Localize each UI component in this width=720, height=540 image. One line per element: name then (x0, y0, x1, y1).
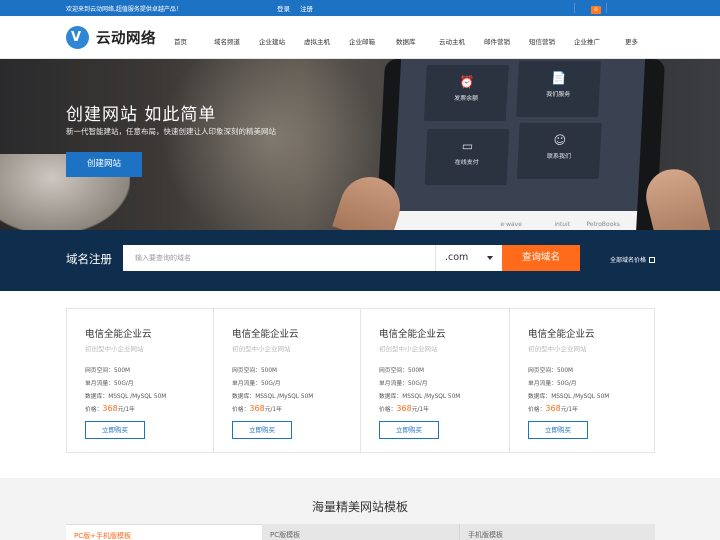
tab-mobile[interactable]: 手机版模板 (459, 524, 655, 540)
product-price: 价格：368元/1年 (232, 404, 282, 413)
person-icon: ☺ (553, 133, 567, 147)
product-subtitle: 初创型中小企业网站 (528, 345, 587, 353)
product-card: 电信全能企业云 初创型中小企业网站 网页空间：500M 单月流量：50G/月 数… (214, 309, 361, 452)
product-price: 价格：368元/1年 (528, 404, 578, 413)
document-icon: 📄 (551, 71, 567, 85)
product-traffic: 单月流量：50G/月 (232, 381, 281, 387)
buy-now-button[interactable]: 立即购买 (232, 421, 292, 439)
product-card: 电信全能企业云 初创型中小企业网站 网页空间：500M 单月流量：50G/月 数… (510, 309, 655, 452)
partner-strip: e·wave intuit PetroBooks (391, 211, 638, 230)
tile: ☺ 联系我们 (516, 123, 602, 179)
welcome-text: 欢迎来到云动网络,超值服务提供卓越产品！ (66, 6, 182, 13)
chevron-down-icon (487, 256, 493, 260)
alarm-icon: ⏰ (459, 75, 475, 89)
domain-search-input[interactable]: 输入要查询的域名 (123, 245, 435, 271)
product-subtitle: 初创型中小企业网站 (232, 345, 291, 353)
login-link[interactable]: 登录 (277, 3, 290, 13)
product-subtitle: 初创型中小企业网站 (379, 345, 438, 353)
nav-item-sms-marketing[interactable]: 短信营销 (529, 36, 555, 46)
product-traffic: 单月流量：50G/月 (379, 381, 428, 387)
product-card: 电信全能企业云 初创型中小企业网站 网页空间：500M 单月流量：50G/月 数… (361, 309, 510, 452)
buy-now-button[interactable]: 立即购买 (528, 421, 588, 439)
cart-count-badge[interactable]: 0 (591, 6, 601, 14)
product-subtitle: 初创型中小企业网站 (85, 345, 144, 353)
external-link-icon (649, 257, 656, 263)
templates-section: 海量精美网站模板 PC版+手机版模板 PC版模板 手机版模板 (0, 478, 720, 540)
tile: ▭ 在线支付 (424, 129, 510, 185)
buy-now-button[interactable]: 立即购买 (379, 421, 439, 439)
account-links: 登录 注册 (277, 3, 313, 13)
product-title: 电信全能企业云 (232, 329, 299, 340)
buy-now-button[interactable]: 立即购买 (85, 421, 145, 439)
product-title: 电信全能企业云 (85, 329, 152, 340)
hero-title: 创建网站 如此简单 (66, 105, 217, 125)
header: V 云动网络 首页 域名频道 企业建站 虚拟主机 企业邮箱 数据库 云动主机 邮… (0, 16, 720, 59)
product-database: 数据库：MSSQL /MySQL 50M (85, 394, 167, 400)
product-space: 网页空间：500M (379, 368, 425, 374)
template-tabs: PC版+手机版模板 PC版模板 手机版模板 (66, 524, 655, 540)
product-space: 网页空间：500M (528, 368, 574, 374)
product-cards: 电信全能企业云 初创型中小企业网站 网页空间：500M 单月流量：50G/月 数… (66, 308, 655, 453)
domain-suffix-select[interactable]: .com (435, 245, 502, 271)
product-card: 电信全能企业云 初创型中小企业网站 网页空间：500M 单月流量：50G/月 数… (67, 309, 214, 452)
create-site-button[interactable]: 创建网站 (66, 152, 142, 177)
nav-item-email-marketing[interactable]: 邮件营销 (484, 36, 510, 46)
nav-item-promotion[interactable]: 企业推广 (574, 36, 600, 46)
divider (574, 3, 575, 13)
divider (606, 3, 607, 13)
top-bar: 欢迎来到云动网络,超值服务提供卓越产品！ 登录 注册 0 (0, 0, 720, 16)
nav-item-site-building[interactable]: 企业建站 (259, 36, 285, 46)
nav-item-email[interactable]: 企业邮箱 (349, 36, 375, 46)
product-database: 数据库：MSSQL /MySQL 50M (379, 394, 461, 400)
tablet-image: ⏰ 发票余额 📄 我们服务 ▭ 在线支付 ☺ 联系我们 e·wave intui… (374, 59, 666, 230)
logo[interactable]: V 云动网络 (66, 26, 156, 49)
templates-title: 海量精美网站模板 (311, 500, 408, 514)
product-database: 数据库：MSSQL /MySQL 50M (528, 394, 610, 400)
product-traffic: 单月流量：50G/月 (528, 381, 577, 387)
nav-item-more[interactable]: 更多 (625, 36, 638, 46)
product-traffic: 单月流量：50G/月 (85, 381, 134, 387)
hero-banner: ⏰ 发票余额 📄 我们服务 ▭ 在线支付 ☺ 联系我们 e·wave intui… (0, 59, 720, 230)
domain-search-button[interactable]: 查询域名 (502, 245, 580, 271)
domain-search-bar: 域名注册 输入要查询的域名 .com 查询域名 全部域名价格 (0, 230, 720, 291)
tab-pc-mobile[interactable]: PC版+手机版模板 (66, 524, 262, 540)
logo-text: 云动网络 (96, 31, 156, 47)
product-price: 价格：368元/1年 (85, 404, 135, 413)
product-database: 数据库：MSSQL /MySQL 50M (232, 394, 314, 400)
domain-label: 域名注册 (66, 252, 112, 266)
product-space: 网页空间：500M (85, 368, 131, 374)
nav-item-cloud-host[interactable]: 云动主机 (439, 36, 465, 46)
product-title: 电信全能企业云 (528, 329, 595, 340)
product-space: 网页空间：500M (232, 368, 278, 374)
all-domain-prices-link[interactable]: 全部域名价格 (610, 255, 656, 264)
nav-item-database[interactable]: 数据库 (396, 36, 416, 46)
products-section: 电信全能企业云 初创型中小企业网站 网页空间：500M 单月流量：50G/月 数… (0, 291, 720, 478)
nav-item-domain[interactable]: 域名频道 (214, 36, 240, 46)
logo-icon: V (66, 26, 89, 49)
tile: 📄 我们服务 (516, 61, 602, 117)
product-price: 价格：368元/1年 (379, 404, 429, 413)
nav-item-home[interactable]: 首页 (174, 36, 187, 46)
card-icon: ▭ (461, 139, 474, 153)
hero-subtitle: 新一代智能建站，任意布局，快速创建让人印象深刻的精美网站 (66, 127, 276, 136)
tab-pc[interactable]: PC版模板 (262, 524, 459, 540)
tile: ⏰ 发票余额 (423, 65, 509, 121)
nav-item-virtual-host[interactable]: 虚拟主机 (304, 36, 330, 46)
product-title: 电信全能企业云 (379, 329, 446, 340)
register-link[interactable]: 注册 (300, 3, 313, 13)
